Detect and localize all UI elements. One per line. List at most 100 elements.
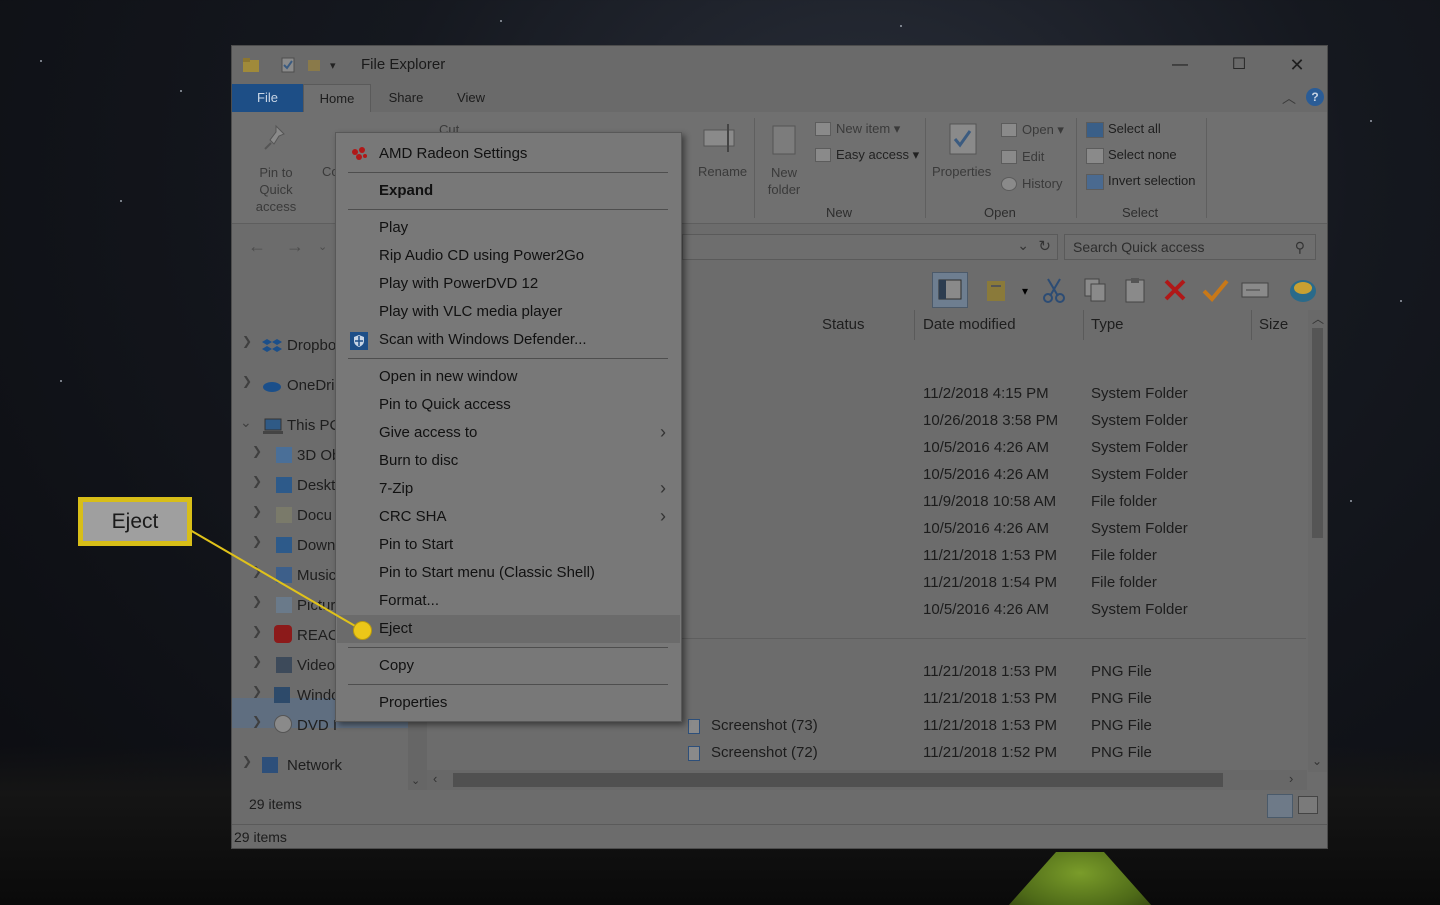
table-row[interactable]: 11/21/2018 1:53 PM PNG File	[682, 660, 1306, 687]
menu-item-play-powerdvd[interactable]: Play with PowerDVD 12	[337, 270, 680, 298]
nav-item-pictures[interactable]: Pictur	[297, 595, 335, 617]
nav-item-dropbox[interactable]: Dropbo	[287, 335, 336, 357]
chevron-right-icon[interactable]: ❯	[242, 334, 252, 348]
chevron-right-icon[interactable]: ❯	[252, 474, 262, 488]
table-row[interactable]: 10/5/2016 4:26 AM System Folder	[682, 436, 1306, 463]
new-folder-button[interactable]: New folder	[764, 164, 804, 198]
table-row[interactable]: Screenshot (72) 11/21/2018 1:52 PM PNG Fi…	[682, 741, 1306, 768]
forward-arrow-icon[interactable]: →	[286, 236, 304, 257]
menu-item-crc-sha[interactable]: CRC SHA ›	[337, 503, 680, 531]
chevron-right-icon[interactable]: ❯	[252, 534, 262, 548]
large-icons-view-icon[interactable]	[1298, 796, 1318, 814]
nav-item-reac[interactable]: REAC	[297, 625, 339, 647]
rename-toolbar-icon[interactable]	[1240, 276, 1270, 306]
history-button[interactable]: History	[1022, 176, 1062, 191]
maximize-button[interactable]: ☐	[1227, 54, 1251, 76]
nav-item-videos[interactable]: Video	[297, 655, 335, 677]
new-item-button[interactable]: New item ▾	[836, 121, 900, 137]
tab-share[interactable]: Share	[378, 84, 434, 112]
easy-access-button[interactable]: Easy access ▾	[836, 147, 919, 163]
refresh-icon[interactable]: ↻	[1038, 237, 1051, 255]
navigation-pane-icon[interactable]	[932, 272, 968, 308]
nav-item-downloads[interactable]: Down	[297, 535, 335, 557]
nav-item-3d-objects[interactable]: 3D Ob	[297, 445, 340, 467]
table-row[interactable]: 11/21/2018 1:53 PM PNG File	[682, 687, 1306, 714]
address-dropdown-icon[interactable]: ⌄	[1017, 237, 1029, 254]
vertical-scroll-thumb[interactable]	[1312, 328, 1323, 538]
chevron-right-icon[interactable]: ❯	[252, 444, 262, 458]
delete-icon[interactable]	[1160, 276, 1190, 306]
table-row[interactable]: 10/5/2016 4:26 AM System Folder	[682, 463, 1306, 490]
copy-icon[interactable]	[1080, 276, 1110, 306]
address-bar[interactable]: ⌄ ↻	[682, 234, 1058, 260]
help-icon[interactable]: ?	[1306, 88, 1324, 106]
search-input[interactable]: Search Quick access ⚲	[1064, 234, 1316, 260]
select-none-button[interactable]: Select none	[1108, 147, 1177, 162]
table-row[interactable]: 10/26/2018 3:58 PM System Folder	[682, 409, 1306, 436]
chevron-right-icon[interactable]: ❯	[242, 374, 252, 388]
folder-view-icon[interactable]	[982, 276, 1012, 306]
chevron-right-icon[interactable]: ❯	[252, 684, 262, 698]
table-row[interactable]: 11/2/2018 4:15 PM System Folder	[682, 382, 1306, 409]
chevron-right-icon[interactable]: ❯	[242, 754, 252, 768]
nav-item-dvd[interactable]: DVD I	[297, 715, 337, 737]
tab-file[interactable]: File	[232, 84, 303, 112]
properties-button[interactable]: Properties	[932, 164, 991, 179]
column-size[interactable]: Size	[1259, 316, 1288, 333]
table-row[interactable]: 11/21/2018 1:54 PM File folder	[682, 571, 1306, 598]
column-status[interactable]: Status	[822, 316, 865, 333]
nav-item-desktop[interactable]: Deskt	[297, 475, 335, 497]
tab-view[interactable]: View	[444, 84, 498, 112]
table-row[interactable]: 11/21/2018 1:53 PM File folder	[682, 544, 1306, 571]
chevron-right-icon[interactable]: ❯	[252, 504, 262, 518]
column-date-modified[interactable]: Date modified	[923, 316, 1016, 333]
menu-item-burn-to-disc[interactable]: Burn to disc	[337, 447, 680, 475]
table-row[interactable]: 11/9/2018 10:58 AM File folder	[682, 490, 1306, 517]
menu-item-copy[interactable]: Copy	[337, 652, 680, 680]
dropdown-arrow-icon[interactable]: ▾	[1010, 276, 1040, 306]
menu-item-pin-to-start[interactable]: Pin to Start	[337, 531, 680, 559]
chevron-right-icon[interactable]: ❯	[252, 564, 262, 578]
customize-quick-access-icon[interactable]: ▾	[330, 56, 336, 74]
open-button[interactable]: Open ▾	[1022, 122, 1064, 138]
horizontal-scrollbar[interactable]: ‹ ›	[427, 770, 1307, 790]
scroll-up-icon[interactable]: ︿	[1312, 310, 1324, 327]
menu-item-pin-start-classic-shell[interactable]: Pin to Start menu (Classic Shell)	[337, 559, 680, 587]
table-row[interactable]: 10/5/2016 4:26 AM System Folder	[682, 517, 1306, 544]
pin-quick-access-button[interactable]: Pin to Quick access	[241, 164, 311, 215]
nav-item-onedrive[interactable]: OneDri	[287, 375, 335, 397]
nav-item-network[interactable]: Network	[287, 755, 342, 777]
menu-item-eject[interactable]: Eject	[337, 615, 680, 643]
close-button[interactable]: ✕	[1285, 54, 1309, 76]
table-row[interactable]: Screenshot (73) 11/21/2018 1:53 PM PNG Fi…	[682, 714, 1306, 741]
check-icon[interactable]	[1200, 276, 1230, 306]
cut-icon[interactable]	[1039, 276, 1069, 306]
chevron-right-icon[interactable]: ❯	[252, 654, 262, 668]
menu-item-7zip[interactable]: 7-Zip ›	[337, 475, 680, 503]
scroll-down-icon[interactable]: ⌄	[411, 774, 420, 787]
details-view-icon[interactable]	[1267, 794, 1293, 818]
chevron-right-icon[interactable]: ❯	[252, 624, 262, 638]
tab-home[interactable]: Home	[303, 84, 371, 113]
chevron-right-icon[interactable]: ❯	[252, 714, 262, 728]
scroll-right-icon[interactable]: ›	[1289, 771, 1293, 786]
menu-item-format[interactable]: Format...	[337, 587, 680, 615]
properties-quick-icon[interactable]	[280, 56, 296, 74]
paste-icon[interactable]	[1120, 276, 1150, 306]
nav-item-music[interactable]: Music	[297, 565, 336, 587]
menu-item-open-new-window[interactable]: Open in new window	[337, 363, 680, 391]
horizontal-scroll-thumb[interactable]	[453, 773, 1223, 787]
nav-item-this-pc[interactable]: This PC	[287, 415, 340, 437]
invert-selection-button[interactable]: Invert selection	[1108, 173, 1195, 188]
menu-item-play[interactable]: Play	[337, 214, 680, 242]
menu-item-properties[interactable]: Properties	[337, 689, 680, 717]
menu-item-scan-defender[interactable]: Scan with Windows Defender...	[337, 326, 680, 354]
select-all-button[interactable]: Select all	[1108, 121, 1161, 136]
menu-item-amd-radeon-settings[interactable]: AMD Radeon Settings	[337, 140, 680, 168]
menu-item-rip-audio-cd[interactable]: Rip Audio CD using Power2Go	[337, 242, 680, 270]
chevron-down-icon[interactable]: ⌄	[240, 414, 252, 431]
scroll-left-icon[interactable]: ‹	[433, 771, 437, 786]
recent-locations-icon[interactable]: ⌄	[318, 240, 327, 253]
chevron-right-icon[interactable]: ❯	[252, 594, 262, 608]
nav-item-windows[interactable]: Windo	[297, 685, 340, 707]
